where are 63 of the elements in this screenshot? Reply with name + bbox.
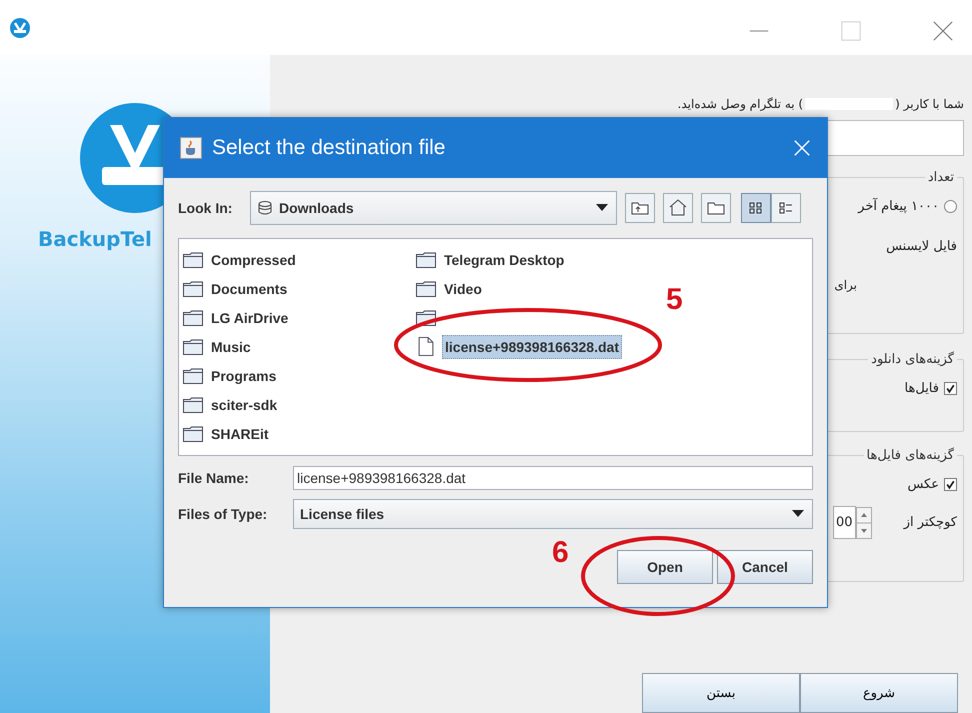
cancel-button[interactable]: Cancel (717, 550, 813, 584)
group-title: گزینه‌های دانلود (870, 352, 955, 367)
details-view-icon (778, 200, 794, 216)
list-view-icon (748, 200, 764, 216)
folder-up-icon[interactable] (625, 193, 655, 223)
folder-icon (416, 280, 436, 296)
field-label: فایل لایسنس (885, 239, 957, 254)
file-list-item[interactable]: LG AirDrive (209, 306, 290, 328)
dropdown-arrow-icon (792, 510, 804, 518)
file-list-item[interactable]: license+989398166328.dat (442, 334, 622, 358)
file-list-item[interactable]: SHAREit (209, 422, 271, 444)
annotation-number: 5 (666, 283, 683, 317)
home-icon[interactable] (663, 193, 693, 223)
status-text: شما با کاربر ( (895, 97, 964, 111)
close-icon[interactable] (932, 20, 954, 42)
radio-label: ۱۰۰۰ پیغام آخر (858, 199, 939, 214)
folder-dropdown[interactable]: Downloads (250, 191, 617, 225)
file-list-item[interactable]: sciter-sdk (209, 394, 280, 416)
drive-icon (257, 200, 273, 216)
checkbox-label: عکس (907, 477, 939, 492)
folder-icon (183, 368, 203, 384)
file-icon (418, 337, 434, 356)
brand-name: BackupTel (37, 227, 152, 251)
file-list-item[interactable]: Telegram Desktop (442, 248, 566, 270)
status-text: ) به تلگرام وصل شده‌اید. (678, 97, 804, 111)
file-list-item[interactable]: Documents (209, 278, 290, 300)
folder-icon (183, 310, 203, 326)
folder-icon (183, 280, 203, 296)
checkbox[interactable] (944, 382, 957, 395)
action-button[interactable]: شروع (800, 673, 958, 713)
file-list-item[interactable]: Video (442, 278, 484, 300)
folder-icon (183, 252, 203, 268)
annotation-number: 6 (552, 536, 569, 570)
open-button[interactable]: Open (617, 550, 713, 584)
note-text: برای (833, 278, 857, 292)
app-logo-icon (10, 18, 30, 38)
cup-icon (180, 137, 202, 159)
group-title: تعداد (926, 170, 955, 185)
folder-icon (183, 426, 203, 442)
dialog-title: Select the destination file (212, 136, 446, 160)
folder-icon (183, 338, 203, 354)
details-view-button[interactable] (771, 193, 801, 223)
file-name-field[interactable]: license+989398166328.dat (293, 466, 813, 490)
checkbox[interactable] (944, 478, 957, 491)
file-list-item[interactable]: Programs (209, 364, 278, 386)
action-button[interactable]: بستن (642, 673, 800, 713)
field-label: Files of Type: (178, 506, 268, 522)
radio-button[interactable] (944, 200, 957, 213)
group-title: گزینه‌های فایل‌ها (866, 448, 955, 463)
file-type-dropdown[interactable]: License files (293, 499, 813, 529)
field-label: کوچکتر از (904, 515, 957, 530)
folder-icon (183, 396, 203, 412)
dropdown-arrow-icon (596, 204, 608, 212)
spinner-field[interactable]: 00 (833, 506, 856, 539)
field-label: File Name: (178, 470, 250, 486)
spinner-arrows-icon[interactable] (856, 506, 872, 538)
file-list-item[interactable]: Music (209, 336, 253, 358)
list-view-button[interactable] (741, 193, 771, 223)
file-list-item[interactable]: Compressed (209, 248, 298, 270)
folder-icon (416, 252, 436, 268)
checkbox-label: فایل‌ها (904, 381, 939, 396)
field-label: Look In: (178, 200, 234, 216)
new-folder-icon[interactable] (701, 193, 731, 223)
